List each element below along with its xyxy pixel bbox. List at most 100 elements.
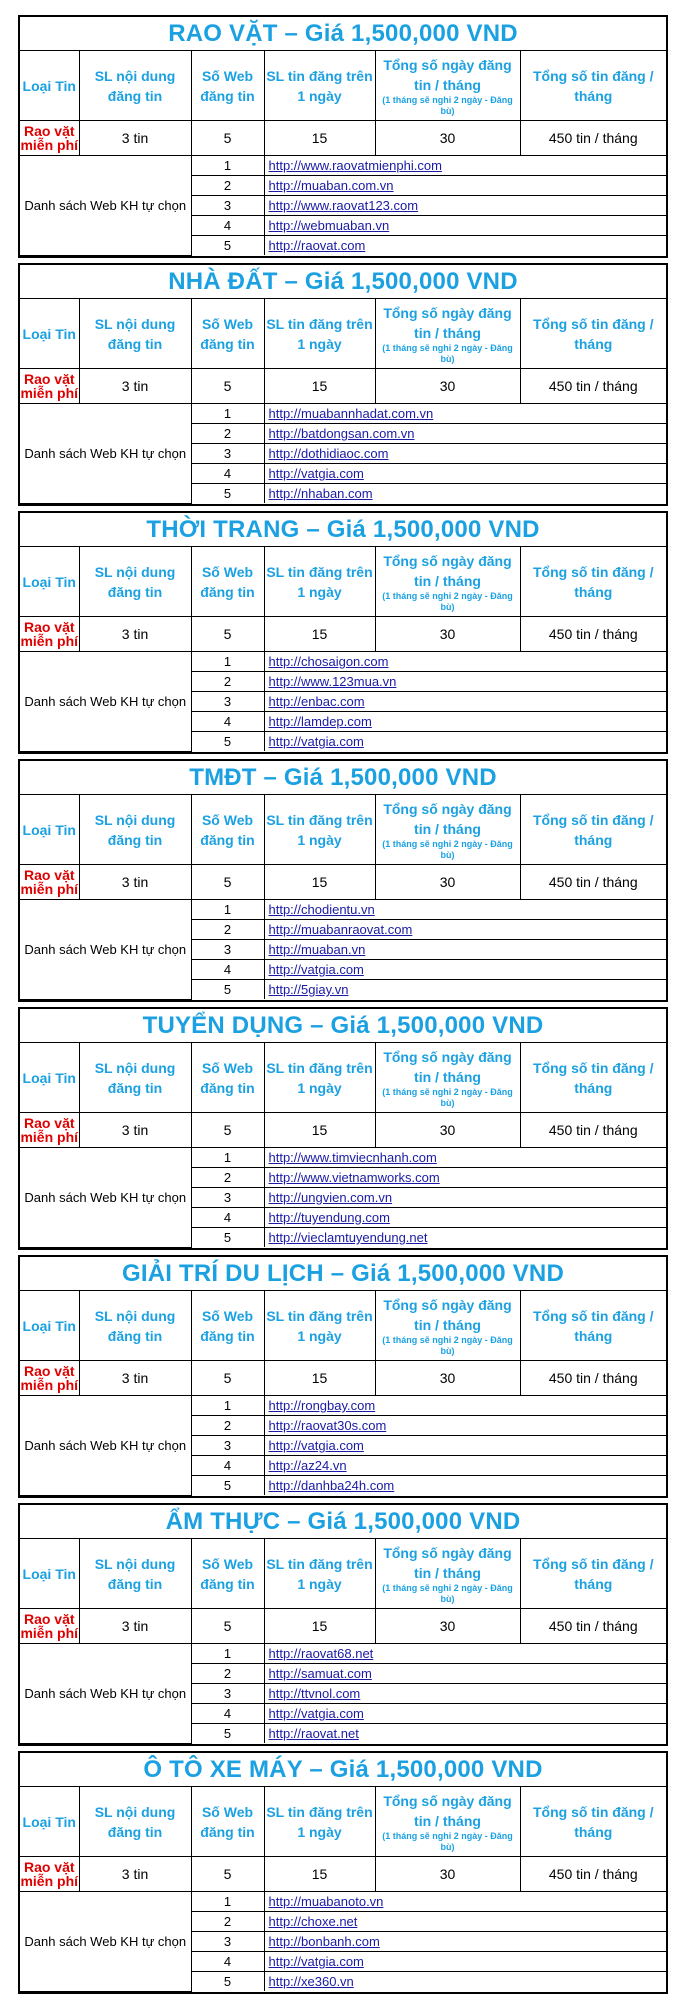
site-number: 4 bbox=[191, 1703, 265, 1724]
site-link[interactable]: http://samuat.com bbox=[269, 1666, 372, 1681]
site-link[interactable]: http://vatgia.com bbox=[269, 466, 364, 481]
header-sl-tin-ngay: SL tin đăng trên 1 ngày bbox=[263, 299, 376, 369]
site-number: 3 bbox=[191, 691, 265, 712]
site-number: 2 bbox=[191, 1415, 265, 1436]
site-link[interactable]: http://raovat68.net bbox=[269, 1646, 374, 1661]
site-link[interactable]: http://lamdep.com bbox=[269, 714, 372, 729]
header-tong-tin: Tổng số tin đăng / tháng bbox=[519, 1291, 666, 1361]
value-tong-ngay: 30 bbox=[374, 864, 521, 900]
site-link[interactable]: http://webmuaban.vn bbox=[269, 218, 390, 233]
site-url-cell: http://chodientu.vn bbox=[263, 899, 666, 920]
site-link[interactable]: http://muabannhadat.com.vn bbox=[269, 406, 434, 421]
value-tong-tin: 450 tin / tháng bbox=[519, 1608, 666, 1644]
header-tong-ngay-label: Tổng số ngày đăng tin / tháng bbox=[383, 552, 512, 589]
site-link[interactable]: http://raovat.net bbox=[269, 1726, 359, 1741]
header-row: Loại Tin SL nội dung đăng tin Số Web đăn… bbox=[20, 1291, 666, 1361]
site-list-label: Danh sách Web KH tự chọn bbox=[20, 1395, 192, 1496]
site-link[interactable]: http://chosaigon.com bbox=[269, 654, 389, 669]
site-url-cell: http://www.vietnamworks.com bbox=[263, 1167, 666, 1188]
value-so-web: 5 bbox=[190, 1608, 265, 1644]
value-sl-tin-ngay: 15 bbox=[263, 864, 376, 900]
header-tong-tin: Tổng số tin đăng / tháng bbox=[519, 547, 666, 617]
site-link[interactable]: http://vatgia.com bbox=[269, 734, 364, 749]
site-row: Danh sách Web KH tự chọn 1 http://rongba… bbox=[20, 1395, 666, 1496]
value-loai-tin: Rao vặt miễn phí bbox=[20, 616, 80, 652]
site-number: 5 bbox=[191, 1227, 265, 1247]
site-row: Danh sách Web KH tự chọn 1 http://chosai… bbox=[20, 651, 666, 752]
package-table: TMĐT – Giá 1,500,000 VND Loại Tin SL nội… bbox=[18, 759, 668, 1002]
site-link[interactable]: http://rongbay.com bbox=[269, 1398, 376, 1413]
site-link[interactable]: http://ttvnol.com bbox=[269, 1686, 361, 1701]
site-link[interactable]: http://muabanoto.vn bbox=[269, 1894, 384, 1909]
site-link[interactable]: http://vatgia.com bbox=[269, 962, 364, 977]
site-link[interactable]: http://chodientu.vn bbox=[269, 902, 375, 917]
site-link[interactable]: http://muabanraovat.com bbox=[269, 922, 413, 937]
site-url-cell: http://choxe.net bbox=[263, 1911, 666, 1932]
site-link[interactable]: http://xe360.vn bbox=[269, 1974, 354, 1989]
site-link[interactable]: http://vatgia.com bbox=[269, 1438, 364, 1453]
site-link[interactable]: http://dothidiaoc.com bbox=[269, 446, 389, 461]
site-link[interactable]: http://www.vietnamworks.com bbox=[269, 1170, 440, 1185]
site-number: 2 bbox=[191, 671, 265, 692]
value-so-web: 5 bbox=[190, 616, 265, 652]
header-tong-ngay-note: (1 tháng sẽ nghỉ 2 ngày - Đăng bù) bbox=[382, 1334, 513, 1356]
package-title: Ô TÔ XE MÁY – Giá 1,500,000 VND bbox=[20, 1753, 666, 1787]
site-link[interactable]: http://vatgia.com bbox=[269, 1954, 364, 1969]
value-tong-tin: 450 tin / tháng bbox=[519, 120, 666, 156]
site-link[interactable]: http://danhba24h.com bbox=[269, 1478, 395, 1493]
value-sl-tin-ngay: 15 bbox=[263, 1360, 376, 1396]
site-link[interactable]: http://www.raovat123.com bbox=[269, 198, 419, 213]
site-link[interactable]: http://www.raovatmienphi.com bbox=[269, 158, 442, 173]
header-tong-ngay-label: Tổng số ngày đăng tin / tháng bbox=[383, 1296, 512, 1333]
site-row: Danh sách Web KH tự chọn 1 http://muaban… bbox=[20, 403, 666, 504]
site-link[interactable]: http://www.123mua.vn bbox=[269, 674, 397, 689]
value-so-web: 5 bbox=[190, 368, 265, 404]
site-link[interactable]: http://muaban.com.vn bbox=[269, 178, 394, 193]
site-link[interactable]: http://bonbanh.com bbox=[269, 1934, 380, 1949]
package-table: Ô TÔ XE MÁY – Giá 1,500,000 VND Loại Tin… bbox=[18, 1751, 668, 1994]
header-sl-noi-dung: SL nội dung đăng tin bbox=[78, 1539, 192, 1609]
site-number: 5 bbox=[191, 1723, 265, 1743]
site-link[interactable]: http://www.timviecnhanh.com bbox=[269, 1150, 437, 1165]
site-number: 1 bbox=[190, 1891, 265, 1912]
site-link[interactable]: http://5giay.vn bbox=[269, 982, 349, 997]
value-tong-tin: 450 tin / tháng bbox=[519, 864, 666, 900]
site-link[interactable]: http://ungvien.com.vn bbox=[269, 1190, 393, 1205]
site-url-cell: http://www.raovat123.com bbox=[263, 195, 666, 216]
value-tong-tin: 450 tin / tháng bbox=[519, 1112, 666, 1148]
site-link[interactable]: http://batdongsan.com.vn bbox=[269, 426, 415, 441]
site-number: 1 bbox=[190, 403, 265, 424]
site-link[interactable]: http://raovat30s.com bbox=[269, 1418, 387, 1433]
site-number: 3 bbox=[191, 1435, 265, 1456]
value-sl-tin-ngay: 15 bbox=[263, 368, 376, 404]
values-row: Rao vặt miễn phí 3 tin 5 15 30 450 tin /… bbox=[20, 120, 666, 156]
header-tong-ngay-note: (1 tháng sẽ nghỉ 2 ngày - Đăng bù) bbox=[382, 342, 513, 364]
site-link[interactable]: http://raovat.com bbox=[269, 238, 366, 253]
site-link[interactable]: http://vatgia.com bbox=[269, 1706, 364, 1721]
site-link[interactable]: http://tuyendung.com bbox=[269, 1210, 390, 1225]
site-url-cell: http://5giay.vn bbox=[263, 979, 666, 999]
site-number: 3 bbox=[191, 1931, 265, 1952]
site-url-cell: http://muabanraovat.com bbox=[263, 919, 666, 940]
value-tong-ngay: 30 bbox=[374, 120, 521, 156]
value-tong-tin: 450 tin / tháng bbox=[519, 1856, 666, 1892]
package-title: GIẢI TRÍ DU LỊCH – Giá 1,500,000 VND bbox=[20, 1257, 666, 1291]
site-link[interactable]: http://enbac.com bbox=[269, 694, 365, 709]
site-link[interactable]: http://vieclamtuyendung.net bbox=[269, 1230, 428, 1245]
value-tong-ngay: 30 bbox=[374, 1360, 521, 1396]
package-title: RAO VẶT – Giá 1,500,000 VND bbox=[20, 17, 666, 51]
site-link[interactable]: http://choxe.net bbox=[269, 1914, 358, 1929]
header-sl-tin-ngay: SL tin đăng trên 1 ngày bbox=[263, 547, 376, 617]
package-grid: Loại Tin SL nội dung đăng tin Số Web đăn… bbox=[20, 547, 666, 752]
site-number: 4 bbox=[191, 1951, 265, 1972]
header-tong-tin: Tổng số tin đăng / tháng bbox=[519, 795, 666, 865]
site-link[interactable]: http://az24.vn bbox=[269, 1458, 347, 1473]
header-sl-tin-ngay: SL tin đăng trên 1 ngày bbox=[263, 1291, 376, 1361]
package-title: THỜI TRANG – Giá 1,500,000 VND bbox=[20, 513, 666, 547]
header-tong-tin: Tổng số tin đăng / tháng bbox=[519, 51, 666, 121]
header-so-web: Số Web đăng tin bbox=[190, 795, 265, 865]
value-tong-ngay: 30 bbox=[374, 1856, 521, 1892]
site-number: 2 bbox=[191, 919, 265, 940]
site-link[interactable]: http://muaban.vn bbox=[269, 942, 366, 957]
site-link[interactable]: http://nhaban.com bbox=[269, 486, 373, 501]
